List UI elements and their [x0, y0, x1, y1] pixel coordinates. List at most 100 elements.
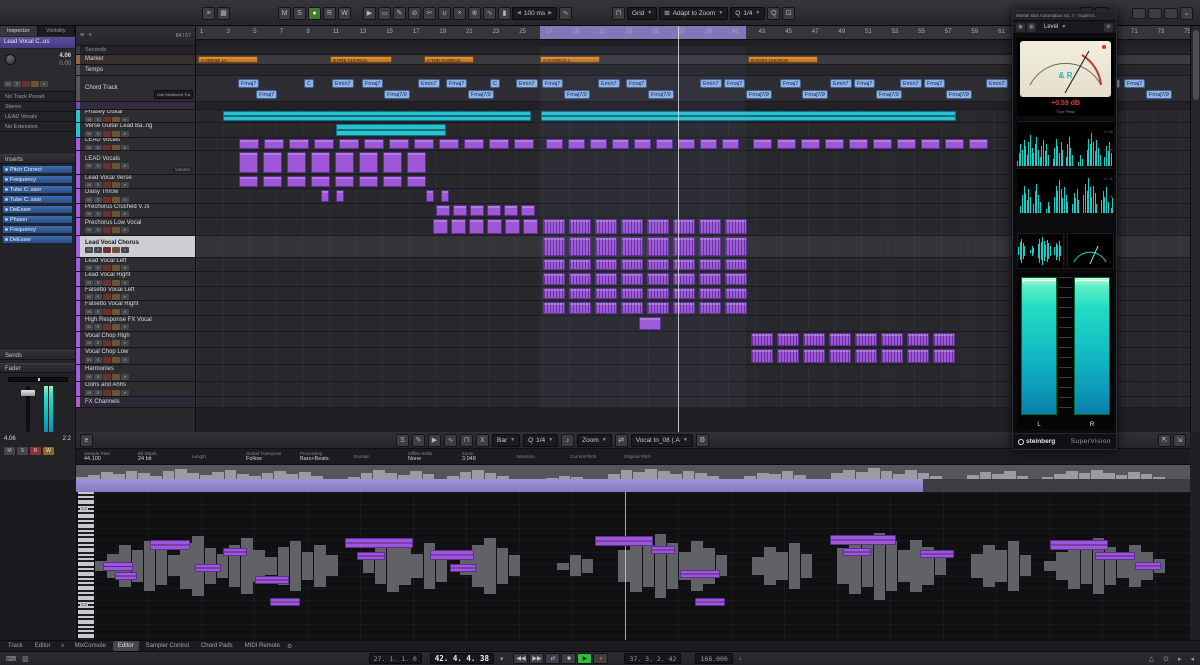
- pitch-segment[interactable]: [357, 552, 385, 560]
- audio-clip[interactable]: [335, 152, 354, 173]
- editor-edit-icon[interactable]: e: [80, 434, 93, 447]
- audio-clip[interactable]: [647, 237, 669, 256]
- audio-clip[interactable]: [678, 139, 695, 149]
- zone-tab-sampler-control[interactable]: Sampler Control: [141, 641, 194, 651]
- tool-button[interactable]: ✂: [423, 7, 436, 20]
- audio-clip[interactable]: [656, 139, 673, 149]
- chord-event[interactable]: Fmaj7: [238, 79, 259, 88]
- track-buttons[interactable]: MSe: [85, 145, 195, 151]
- automation-read-button[interactable]: R: [323, 7, 336, 20]
- chord-event[interactable]: Fmaj7: [724, 79, 745, 88]
- audio-clip[interactable]: [453, 205, 467, 216]
- audio-clip[interactable]: [223, 111, 531, 121]
- audio-clip[interactable]: [907, 333, 929, 346]
- audio-clip[interactable]: [239, 139, 259, 149]
- pitch-segment[interactable]: [270, 598, 300, 606]
- insert-slot[interactable]: DeEsser: [2, 205, 73, 214]
- chord-event[interactable]: Fmaj7: [626, 79, 647, 88]
- track-buttons[interactable]: MSe: [85, 211, 195, 217]
- audio-clip[interactable]: [699, 302, 721, 314]
- input-routing-row[interactable]: Stereo: [0, 103, 75, 112]
- info-column[interactable]: Global TransposeFollow: [246, 449, 286, 464]
- track-buttons[interactable]: MSe: [85, 280, 195, 286]
- audio-clip[interactable]: [907, 349, 929, 363]
- editor-canvas[interactable]: [95, 492, 1190, 640]
- audio-clip[interactable]: [568, 139, 585, 149]
- track-row[interactable]: Lead Vocal ChorusMSe: [76, 236, 195, 258]
- audio-clip[interactable]: [621, 273, 643, 285]
- editor-cycle-region[interactable]: [76, 479, 923, 492]
- zone-tab-midi-remote[interactable]: MIDI Remote: [240, 641, 285, 651]
- audio-clip[interactable]: [339, 139, 359, 149]
- audio-clip[interactable]: [359, 152, 378, 173]
- audio-clip[interactable]: [700, 139, 717, 149]
- close-zone-icon[interactable]: ×: [57, 643, 67, 650]
- audio-clip[interactable]: [359, 176, 378, 187]
- audio-clip[interactable]: [673, 259, 695, 270]
- insert-slot[interactable]: Frequency: [2, 175, 73, 184]
- layout-icon[interactable]: ▦: [1027, 23, 1036, 32]
- track-row[interactable]: Vocal Chop HighMSe: [76, 332, 195, 348]
- snap-icon[interactable]: ⊓: [612, 7, 625, 20]
- audio-clip[interactable]: [569, 237, 591, 256]
- playhead[interactable]: [678, 26, 679, 432]
- quantize-field[interactable]: ◀100 ms▶: [512, 7, 557, 20]
- piano-keys[interactable]: C4C3: [78, 492, 95, 640]
- pitch-segment[interactable]: [345, 538, 413, 548]
- audio-clip[interactable]: [751, 333, 773, 346]
- audio-clip[interactable]: [849, 139, 868, 149]
- editor-quantize-select[interactable]: Q 1/4▼: [523, 434, 558, 447]
- chord-event[interactable]: Fmaj7: [854, 79, 875, 88]
- audio-clip[interactable]: [673, 302, 695, 314]
- editor-solo-icon[interactable]: S: [396, 434, 409, 447]
- inspector-track-title[interactable]: Lead Vocal C..us: [0, 37, 75, 48]
- pitch-segment[interactable]: [920, 550, 954, 558]
- track-buttons[interactable]: MSe: [85, 265, 195, 271]
- insert-slot[interactable]: Phaser: [2, 215, 73, 224]
- audio-clip[interactable]: [673, 288, 695, 299]
- secondary-time-display[interactable]: 37. 3. 2. 42: [624, 653, 681, 664]
- pitch-segment[interactable]: [223, 548, 247, 556]
- power-icon[interactable]: ◉: [1016, 23, 1025, 32]
- pan-slider[interactable]: [8, 377, 68, 382]
- audio-clip[interactable]: [673, 237, 695, 256]
- track-buttons[interactable]: MSe: [85, 182, 195, 188]
- fader-w-button[interactable]: W: [43, 447, 54, 455]
- audio-clip[interactable]: [825, 139, 844, 149]
- toolbar-options-icon[interactable]: ⌄: [1180, 7, 1193, 20]
- track-row[interactable]: Marker: [76, 55, 195, 65]
- monitor-button[interactable]: ●: [308, 7, 321, 20]
- audio-clip[interactable]: [873, 139, 892, 149]
- track-row[interactable]: LEAD VocalsMSe: [76, 138, 195, 151]
- chord-event[interactable]: Emin7: [418, 79, 440, 88]
- audio-clip[interactable]: [469, 219, 484, 234]
- pitch-segment[interactable]: [843, 548, 871, 556]
- audio-clip[interactable]: [969, 139, 988, 149]
- tool-button[interactable]: ✎: [393, 7, 406, 20]
- audio-clip[interactable]: [543, 302, 565, 314]
- track-buttons[interactable]: MSe: [85, 374, 195, 380]
- chord-event[interactable]: Fmaj7/9: [876, 90, 902, 99]
- audio-clip[interactable]: [933, 333, 955, 346]
- tool-button[interactable]: ▮: [498, 7, 511, 20]
- meter-peak-value[interactable]: 2.2: [63, 436, 71, 442]
- rewind-button[interactable]: ◀◀: [513, 653, 528, 664]
- zone-tab-editor[interactable]: Editor: [30, 641, 56, 651]
- editor-settings-icon[interactable]: ⚙: [696, 434, 709, 447]
- pitch-segment[interactable]: [1050, 540, 1108, 550]
- keyboard-icon[interactable]: ⌨: [6, 655, 16, 663]
- audio-clip[interactable]: [881, 333, 903, 346]
- chord-event[interactable]: Fmaj7/9: [384, 90, 410, 99]
- audio-clip[interactable]: [287, 152, 306, 173]
- audio-clip[interactable]: [801, 139, 820, 149]
- audio-clip[interactable]: [264, 139, 284, 149]
- audio-clip[interactable]: [543, 237, 565, 256]
- editor-ruler[interactable]: [76, 479, 1190, 492]
- pitch-segment[interactable]: [695, 598, 725, 606]
- audio-clip[interactable]: [504, 205, 518, 216]
- audio-clip[interactable]: [436, 205, 450, 216]
- chord-event[interactable]: Fmaj7: [924, 79, 945, 88]
- audio-clip[interactable]: [753, 139, 772, 149]
- insert-slot[interactable]: Tube C..ssor: [2, 195, 73, 204]
- tempo-display[interactable]: 168.000: [695, 653, 732, 664]
